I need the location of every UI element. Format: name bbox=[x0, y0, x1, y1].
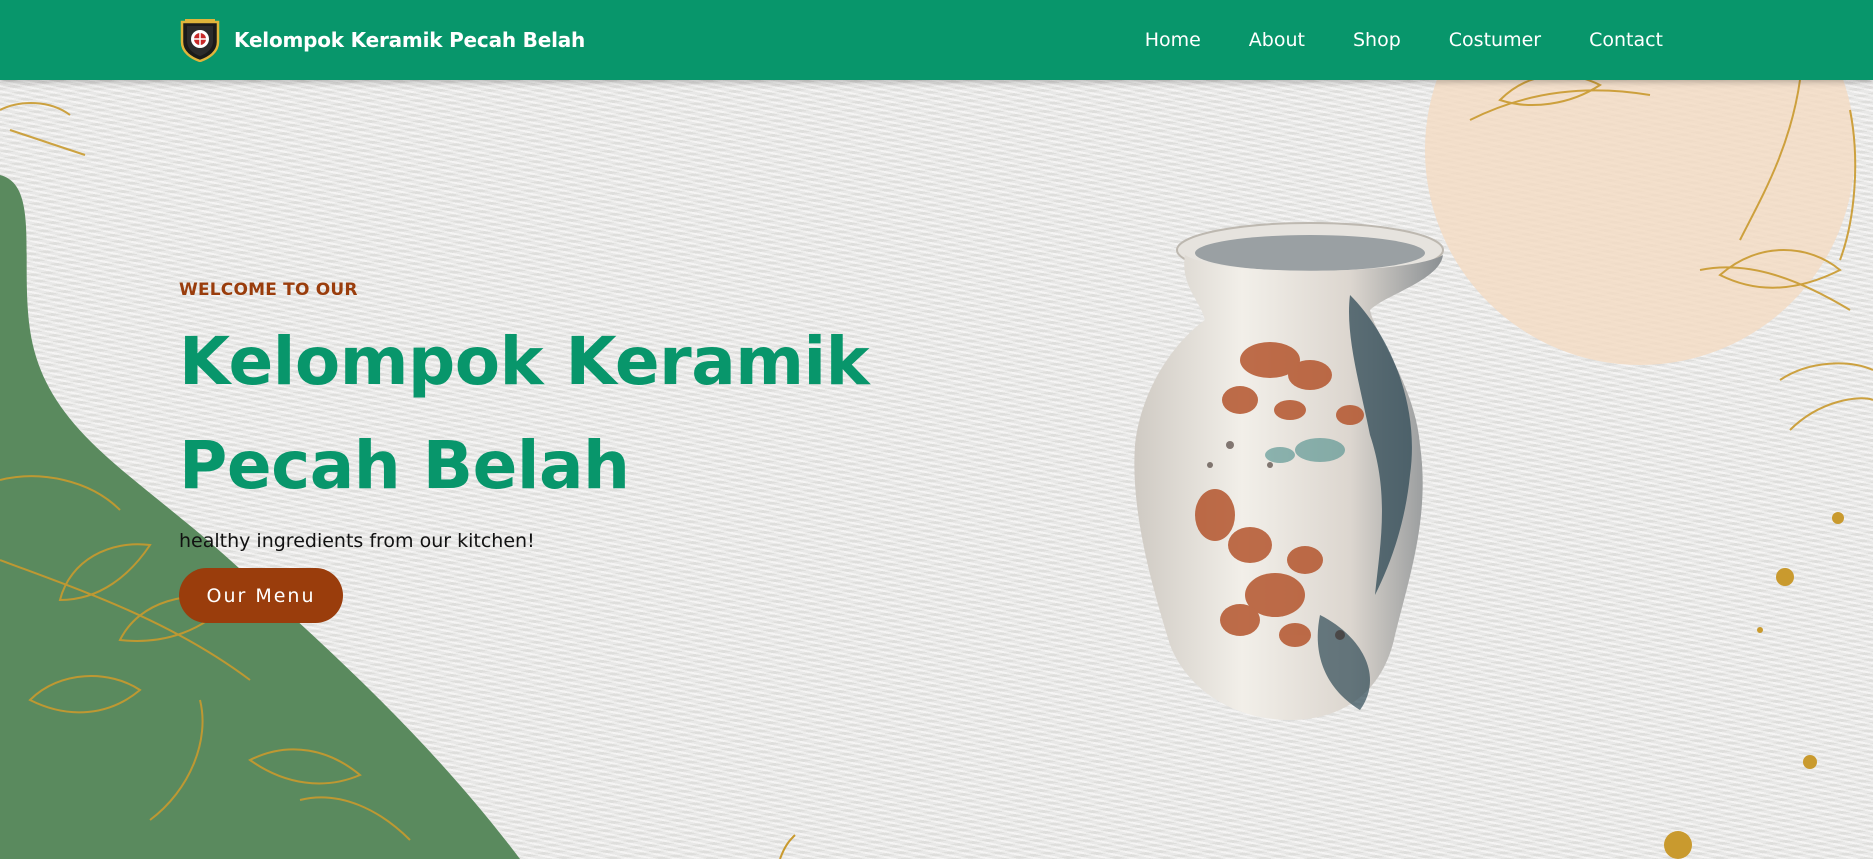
nav-link-contact[interactable]: Contact bbox=[1589, 29, 1663, 51]
hero-title: Kelompok Keramik Pecah Belah bbox=[179, 323, 870, 504]
nav-link-costumer[interactable]: Costumer bbox=[1449, 29, 1541, 51]
ceramic-vase-image bbox=[1134, 222, 1444, 720]
brand[interactable]: Kelompok Keramik Pecah Belah bbox=[179, 18, 585, 62]
hero-welcome-text: WELCOME TO OUR bbox=[179, 280, 358, 300]
hero-section: WELCOME TO OUR Kelompok Keramik Pecah Be… bbox=[179, 280, 899, 623]
gold-dots-decoration bbox=[1664, 512, 1844, 859]
nav-link-about[interactable]: About bbox=[1249, 29, 1305, 51]
nav-link-home[interactable]: Home bbox=[1145, 29, 1201, 51]
hero-subtitle: healthy ingredients from our kitchen! bbox=[179, 530, 535, 552]
gold-leaf-bottom bbox=[779, 834, 796, 859]
nav-menu: Home About Shop Costumer Contact bbox=[1097, 0, 1663, 80]
nav-link-shop[interactable]: Shop bbox=[1353, 29, 1401, 51]
navbar: Kelompok Keramik Pecah Belah Home About … bbox=[0, 0, 1873, 80]
shield-emblem-icon bbox=[180, 19, 220, 62]
our-menu-button[interactable]: Our Menu bbox=[179, 568, 343, 623]
brand-name: Kelompok Keramik Pecah Belah bbox=[234, 28, 586, 52]
